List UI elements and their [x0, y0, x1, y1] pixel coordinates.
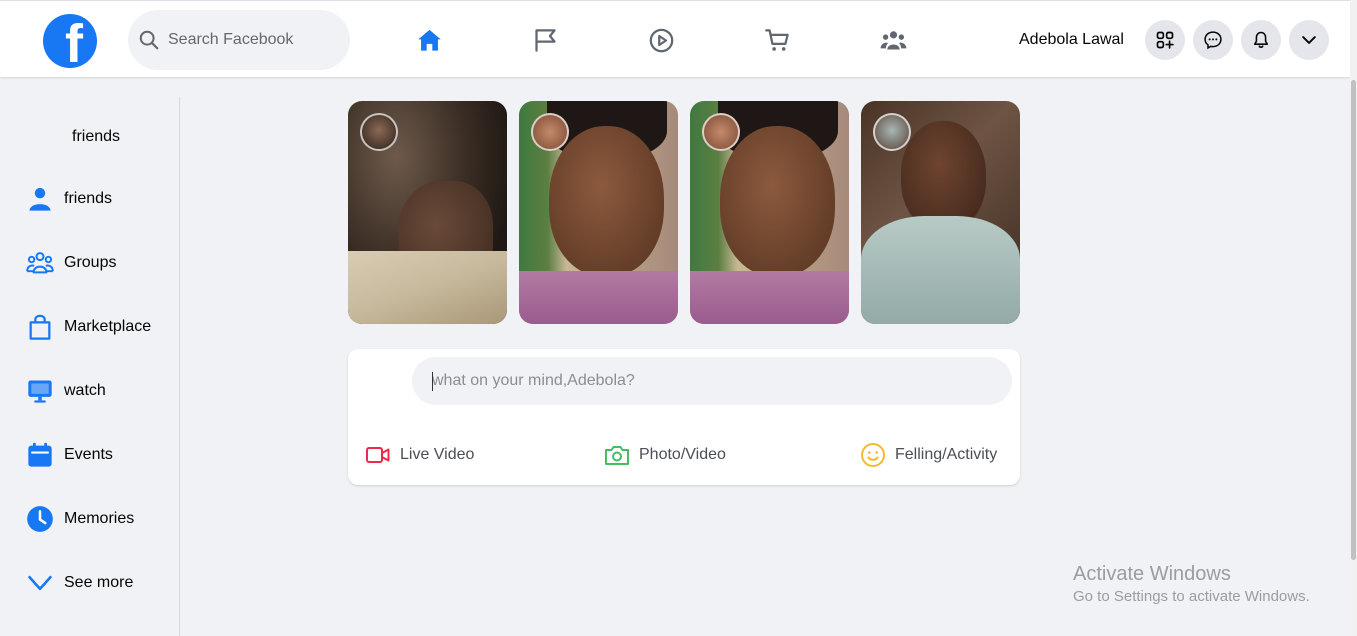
nav-pages[interactable]	[530, 25, 560, 55]
home-icon	[417, 29, 441, 51]
video-play-icon	[649, 28, 673, 52]
camera-icon	[605, 446, 629, 465]
user-name[interactable]: Adebola Lawal	[1019, 31, 1124, 49]
nav-groups[interactable]	[878, 25, 908, 55]
windows-activation-watermark: Activate Windows Go to Settings to activ…	[1073, 563, 1310, 605]
post-composer: Live Video Photo/Video Felling/Activity	[348, 349, 1020, 485]
story-photo-clothing	[519, 271, 678, 324]
feeling-activity-button[interactable]: Felling/Activity	[860, 441, 997, 469]
sidebar-item-label: See more	[64, 574, 134, 591]
photo-video-label: Photo/Video	[639, 446, 726, 463]
shopping-bag-icon	[25, 312, 55, 342]
top-navigation-bar: f Adebola Lawal	[0, 0, 1350, 77]
story-avatar	[531, 113, 569, 151]
person-icon	[25, 184, 55, 214]
sidebar-item-label: Memories	[64, 510, 135, 527]
story-photo-subject	[720, 126, 835, 276]
left-sidebar	[0, 97, 180, 636]
sidebar-item-friends[interactable]: friends	[25, 182, 112, 216]
messenger-icon	[1204, 31, 1222, 50]
search-input[interactable]	[168, 31, 338, 49]
video-camera-icon	[366, 447, 390, 463]
calendar-icon	[25, 440, 55, 470]
sidebar-item-memories[interactable]: Memories	[25, 502, 134, 536]
groups-icon	[880, 30, 906, 49]
apps-grid-icon	[1156, 31, 1174, 49]
marketplace-cart-icon	[764, 28, 789, 51]
flag-icon	[534, 28, 556, 52]
nav-watch[interactable]	[646, 25, 676, 55]
story-photo-clothing	[690, 271, 849, 324]
apps-menu-button[interactable]	[1145, 20, 1185, 60]
page-scrollbar[interactable]	[1350, 0, 1357, 636]
nav-marketplace[interactable]	[762, 25, 792, 55]
story-photo-subject	[901, 121, 986, 231]
sidebar-item-label: Events	[64, 446, 113, 463]
live-video-button[interactable]: Live Video	[365, 441, 474, 469]
story-avatar	[702, 113, 740, 151]
logo-letter: f	[65, 14, 83, 68]
story-avatar	[873, 113, 911, 151]
bell-icon	[1253, 31, 1269, 48]
sidebar-item-label: Groups	[64, 254, 117, 271]
groups-icon	[25, 248, 55, 278]
search-box[interactable]	[128, 10, 350, 70]
chevron-down-icon	[25, 568, 55, 598]
chevron-down-icon	[1302, 36, 1316, 44]
sidebar-item-see-more[interactable]: See more	[25, 566, 133, 600]
sidebar-item-groups[interactable]: Groups	[25, 246, 116, 280]
post-input[interactable]	[412, 357, 1012, 405]
sidebar-item-events[interactable]: Events	[25, 438, 113, 472]
story-photo-subject	[549, 126, 664, 276]
scrollbar-thumb[interactable]	[1351, 80, 1356, 560]
sidebar-item-marketplace[interactable]: Marketplace	[25, 310, 151, 344]
facebook-logo[interactable]: f	[43, 14, 97, 68]
text-cursor	[432, 372, 433, 391]
sidebar-item-label: friends	[64, 190, 113, 207]
story-photo-clothing	[348, 251, 507, 324]
clock-icon	[25, 504, 55, 534]
story-card[interactable]	[519, 101, 678, 324]
account-menu-button[interactable]	[1289, 20, 1329, 60]
feeling-activity-label: Felling/Activity	[895, 446, 998, 463]
monitor-icon	[25, 376, 55, 406]
nav-home[interactable]	[414, 25, 444, 55]
watermark-title: Activate Windows	[1073, 563, 1231, 585]
sidebar-item-watch[interactable]: watch	[25, 374, 106, 408]
smiley-icon	[861, 443, 885, 467]
live-video-label: Live Video	[400, 446, 475, 463]
story-card[interactable]	[348, 101, 507, 324]
story-card[interactable]	[690, 101, 849, 324]
notifications-button[interactable]	[1241, 20, 1281, 60]
sidebar-item-label: watch	[64, 382, 106, 399]
sidebar-title[interactable]: friends	[72, 128, 120, 146]
messenger-button[interactable]	[1193, 20, 1233, 60]
watermark-subtitle: Go to Settings to activate Windows.	[1073, 588, 1310, 605]
story-photo-clothing	[861, 216, 1020, 324]
search-icon	[139, 30, 159, 50]
story-avatar	[360, 113, 398, 151]
sidebar-item-label: Marketplace	[64, 318, 152, 335]
story-card[interactable]	[861, 101, 1020, 324]
photo-video-button[interactable]: Photo/Video	[604, 441, 726, 469]
